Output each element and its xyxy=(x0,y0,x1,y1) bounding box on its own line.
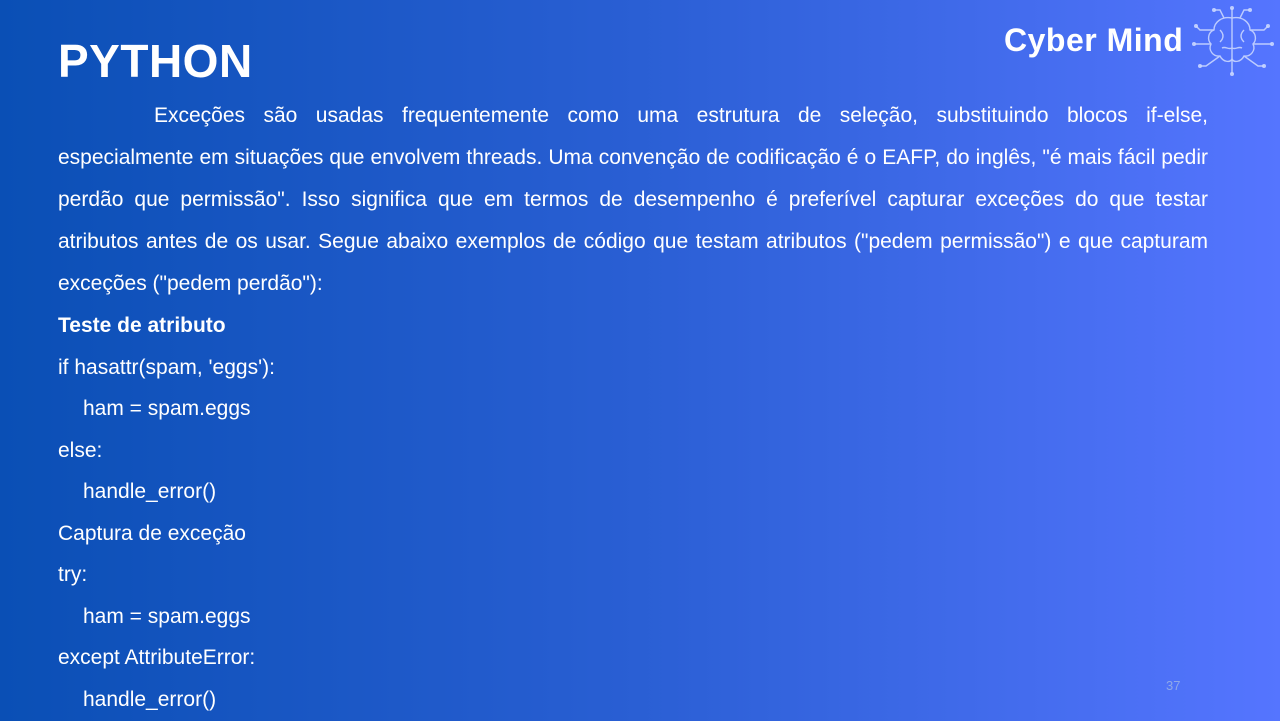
code-line: handle_error() xyxy=(83,687,217,711)
cyber-mind-logo: Cyber Mind xyxy=(1000,4,1278,78)
code-line: try: xyxy=(58,563,88,586)
intro-paragraph: Exceções são usadas frequentemente como … xyxy=(58,104,1208,295)
slide-title: PYTHON xyxy=(58,35,253,87)
brain-circuit-icon xyxy=(1192,6,1274,76)
code-line: ham = spam.eggs xyxy=(83,604,251,628)
page-number: 37 xyxy=(1166,678,1181,693)
code-line: else: xyxy=(58,438,103,462)
slide-content: Exceções são usadas frequentemente como … xyxy=(58,95,1208,720)
code-line: except AttributeError: xyxy=(58,646,256,669)
logo-text: Cyber Mind xyxy=(1004,22,1184,58)
code-line: if hasattr(spam, 'eggs'): xyxy=(58,355,275,379)
exception-capture-heading: Captura de exceção xyxy=(58,521,246,545)
slide: PYTHON Cyber Mind Exceções são usadas fr… xyxy=(0,0,1280,720)
code-line: ham = spam.eggs xyxy=(83,397,251,420)
code-line: handle_error() xyxy=(83,480,217,503)
attribute-test-heading: Teste de atributo xyxy=(58,314,226,337)
